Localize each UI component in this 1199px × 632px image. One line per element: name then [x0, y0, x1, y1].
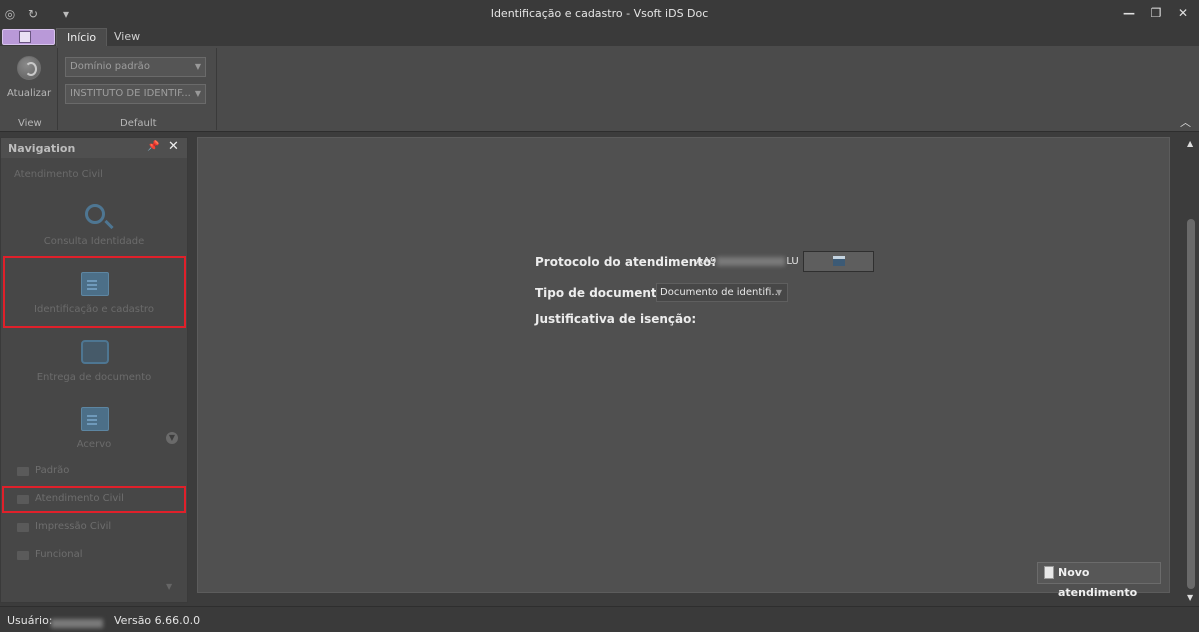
institution-combo[interactable]: INSTITUTO DE IDENTIF... ▼ [65, 84, 206, 104]
nav-item-label: Consulta Identidade [43, 236, 145, 247]
application-menu-button[interactable] [2, 29, 55, 45]
protocol-prefix: AA9 [696, 256, 717, 267]
protocol-value: AA9 LU [696, 256, 799, 267]
minimize-button[interactable]: — [1117, 4, 1141, 22]
printer-icon [833, 256, 845, 266]
close-window-button[interactable]: ✕ [1171, 4, 1195, 22]
user-label: Usuário: [7, 614, 53, 627]
scroll-down-icon[interactable]: ▼ [1187, 593, 1193, 602]
status-bar: Usuário: Versão 6.66.0.0 [0, 606, 1199, 632]
scroll-thumb[interactable] [1187, 219, 1195, 589]
folder-funcional[interactable]: Funcional [1, 547, 171, 563]
navigation-group-title: Atendimento Civil [14, 169, 103, 180]
doc-type-select[interactable]: Documento de identifi... ▼ [656, 283, 788, 302]
navigation-pane: Navigation 📌 ✕ Atendimento Civil Consult… [0, 137, 188, 603]
group-divider [57, 48, 58, 130]
refresh-button[interactable]: Atualizar [2, 48, 54, 106]
new-attendance-button[interactable]: Novo atendimento [1037, 562, 1161, 599]
folder-label: Funcional [35, 549, 83, 560]
nav-item-acervo[interactable]: Acervo [3, 401, 185, 467]
chevron-down-icon[interactable]: ▼ [166, 432, 178, 444]
new-attendance-label: Novo atendimento [1058, 566, 1138, 599]
folder-label: Padrão [35, 465, 70, 476]
vertical-scrollbar[interactable]: ▲ ▼ [1184, 137, 1199, 603]
book-icon [19, 31, 31, 43]
print-button[interactable] [803, 251, 874, 272]
navigation-header: Navigation 📌 ✕ [1, 138, 187, 158]
folder-icon [17, 467, 29, 476]
tab-view[interactable]: View [104, 28, 150, 46]
group-default-label: Default [120, 118, 157, 129]
version-text: Versão 6.66.0.0 [114, 614, 201, 627]
window-title: Identificação e cadastro - Vsoft iDS Doc [490, 7, 709, 20]
group-view-label: View [18, 118, 42, 129]
archive-card-icon [81, 407, 109, 431]
pin-icon[interactable]: 📌 [147, 141, 159, 152]
nav-item-entrega-documento[interactable]: Entrega de documento [3, 334, 185, 400]
refresh-icon [17, 56, 41, 80]
document-icon [1044, 566, 1054, 579]
search-icon [85, 204, 105, 224]
exchange-icon [81, 340, 109, 364]
chevron-down-icon[interactable]: ▼ [166, 582, 172, 591]
folder-impressao-civil[interactable]: Impressão Civil [1, 519, 171, 535]
domain-combo[interactable]: Domínio padrão ▼ [65, 57, 206, 77]
tab-inicio[interactable]: Início [56, 28, 108, 46]
main-content: Protocolo do atendimento: AA9 LU Tipo de … [197, 137, 1170, 599]
protocol-label: Protocolo do atendimento: [535, 255, 717, 269]
chevron-down-icon: ▼ [775, 288, 782, 297]
folder-icon [17, 523, 29, 532]
ribbon-tabs: Início View [0, 28, 1199, 46]
group-divider [216, 48, 217, 130]
highlight-box [3, 256, 186, 328]
refresh-label: Atualizar [7, 88, 52, 99]
restore-button[interactable]: ❐ [1144, 4, 1168, 22]
folder-icon [17, 551, 29, 560]
redacted-text [717, 256, 786, 266]
chevron-down-icon: ▼ [194, 62, 201, 71]
doc-type-label: Tipo de documento: [535, 286, 670, 300]
nav-item-consulta-identidade[interactable]: Consulta Identidade [3, 198, 185, 264]
highlight-box [2, 486, 186, 513]
scroll-up-icon[interactable]: ▲ [1187, 139, 1193, 148]
doc-type-value: Documento de identifi... [660, 287, 781, 298]
collapse-ribbon-icon[interactable]: ︿ [1180, 114, 1191, 130]
nav-item-label: Acervo [76, 439, 112, 450]
close-icon[interactable]: ✕ [168, 139, 179, 154]
folder-label: Impressão Civil [35, 521, 112, 532]
navigation-title: Navigation [8, 142, 76, 155]
title-bar: ◎ ↻ ▾ Identificação e cadastro - Vsoft i… [0, 0, 1199, 28]
institution-combo-value: INSTITUTO DE IDENTIF... [70, 88, 191, 99]
ribbon-panel: Atualizar View Domínio padrão ▼ INSTITUT… [0, 46, 1199, 132]
protocol-suffix: LU [786, 256, 799, 267]
domain-combo-value: Domínio padrão [70, 61, 150, 72]
justification-label: Justificativa de isenção: [535, 312, 697, 326]
chevron-down-icon: ▼ [194, 89, 201, 98]
redacted-username [50, 616, 104, 629]
folder-padrao[interactable]: Padrão [1, 463, 171, 479]
nav-item-label: Entrega de documento [36, 372, 152, 383]
